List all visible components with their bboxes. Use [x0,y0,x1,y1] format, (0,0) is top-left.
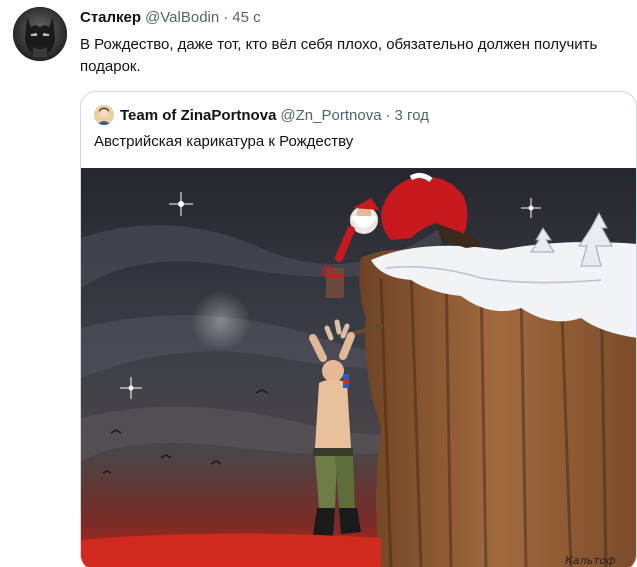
author-avatar[interactable] [13,7,67,61]
quoted-author-avatar[interactable] [94,105,114,125]
author-handle[interactable]: @ValBodin [145,9,219,26]
christmas-cartoon-image: Кальтоф [81,168,636,567]
quoted-tweet[interactable]: Team of ZinaPortnova @Zn_Portnova · 3 го… [80,91,637,567]
tweet-text: В Рождество, даже тот, кто вёл себя плох… [80,36,598,75]
quoted-tweet-timestamp[interactable]: 3 год [395,107,429,124]
separator-dot: · [223,9,229,26]
quoted-tweet-header: Team of ZinaPortnova @Zn_Portnova · 3 го… [94,104,429,126]
quoted-tweet-image[interactable]: Кальтоф [81,168,636,567]
quoted-author-name[interactable]: Team of ZinaPortnova [120,107,276,124]
tweet[interactable]: Сталкер @ValBodin · 45 с В Рождество, да… [0,0,637,567]
tweet-header: Сталкер @ValBodin · 45 с [80,9,261,29]
quoted-tweet-text: Австрийская карикатура к Рождеству [94,133,354,150]
tweet-timestamp[interactable]: 45 с [232,9,260,26]
batman-mask-icon [13,7,67,61]
quoted-author-handle[interactable]: @Zn_Portnova [280,107,381,124]
cartoon-signature: Кальтоф [565,554,616,567]
author-name[interactable]: Сталкер [80,9,141,26]
separator-dot: · [385,106,391,124]
portrait-icon [94,105,114,125]
